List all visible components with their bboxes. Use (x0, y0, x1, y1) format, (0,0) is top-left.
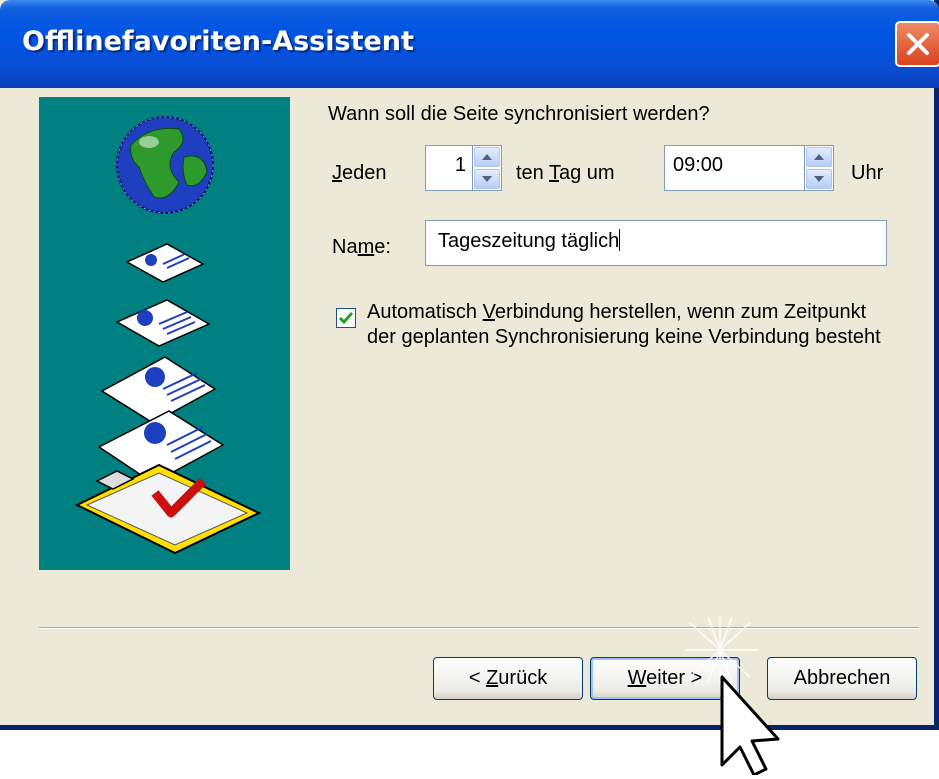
text-cursor (619, 229, 621, 251)
day-suffix-label: ten Tag um (516, 162, 615, 184)
back-button[interactable]: < Zurück (433, 657, 583, 700)
name-label: Name: (332, 236, 391, 258)
mouse-cursor-icon (685, 615, 780, 775)
day-interval-spinner[interactable] (472, 145, 502, 191)
name-input-value: Tageszeitung täglich (438, 230, 620, 252)
chevron-up-icon (814, 154, 824, 160)
checkmark-icon (338, 312, 354, 325)
window-title: Offlinefavoriten-Assistent (22, 26, 414, 57)
auto-connect-checkbox[interactable] (336, 308, 356, 328)
day-interval-field[interactable]: 1 (425, 145, 473, 191)
chevron-up-icon (482, 154, 492, 160)
every-label: Jeden (332, 162, 387, 184)
close-button[interactable] (895, 21, 939, 67)
time-up-button[interactable] (806, 147, 832, 167)
document-icon (100, 356, 217, 424)
time-unit-label: Uhr (851, 162, 884, 184)
document-icon (125, 243, 205, 283)
name-input[interactable]: Tageszeitung täglich (425, 220, 887, 266)
wizard-illustration (74, 116, 262, 555)
globe-icon (116, 116, 214, 214)
day-down-button[interactable] (474, 169, 500, 189)
document-icon (115, 299, 211, 347)
title-bar[interactable]: Offlinefavoriten-Assistent (0, 0, 939, 88)
time-spinner[interactable] (804, 145, 834, 191)
time-down-button[interactable] (806, 169, 832, 189)
time-field[interactable]: 09:00 (664, 145, 806, 191)
question-text: Wann soll die Seite synchronisiert werde… (328, 103, 710, 125)
clipboard-icon (74, 463, 262, 555)
chevron-down-icon (814, 176, 824, 182)
wizard-illustration-panel (39, 97, 290, 570)
auto-connect-label[interactable]: Automatisch Verbindung herstellen, wenn … (367, 300, 887, 350)
close-icon (907, 33, 929, 55)
chevron-down-icon (482, 176, 492, 182)
day-up-button[interactable] (474, 147, 500, 167)
